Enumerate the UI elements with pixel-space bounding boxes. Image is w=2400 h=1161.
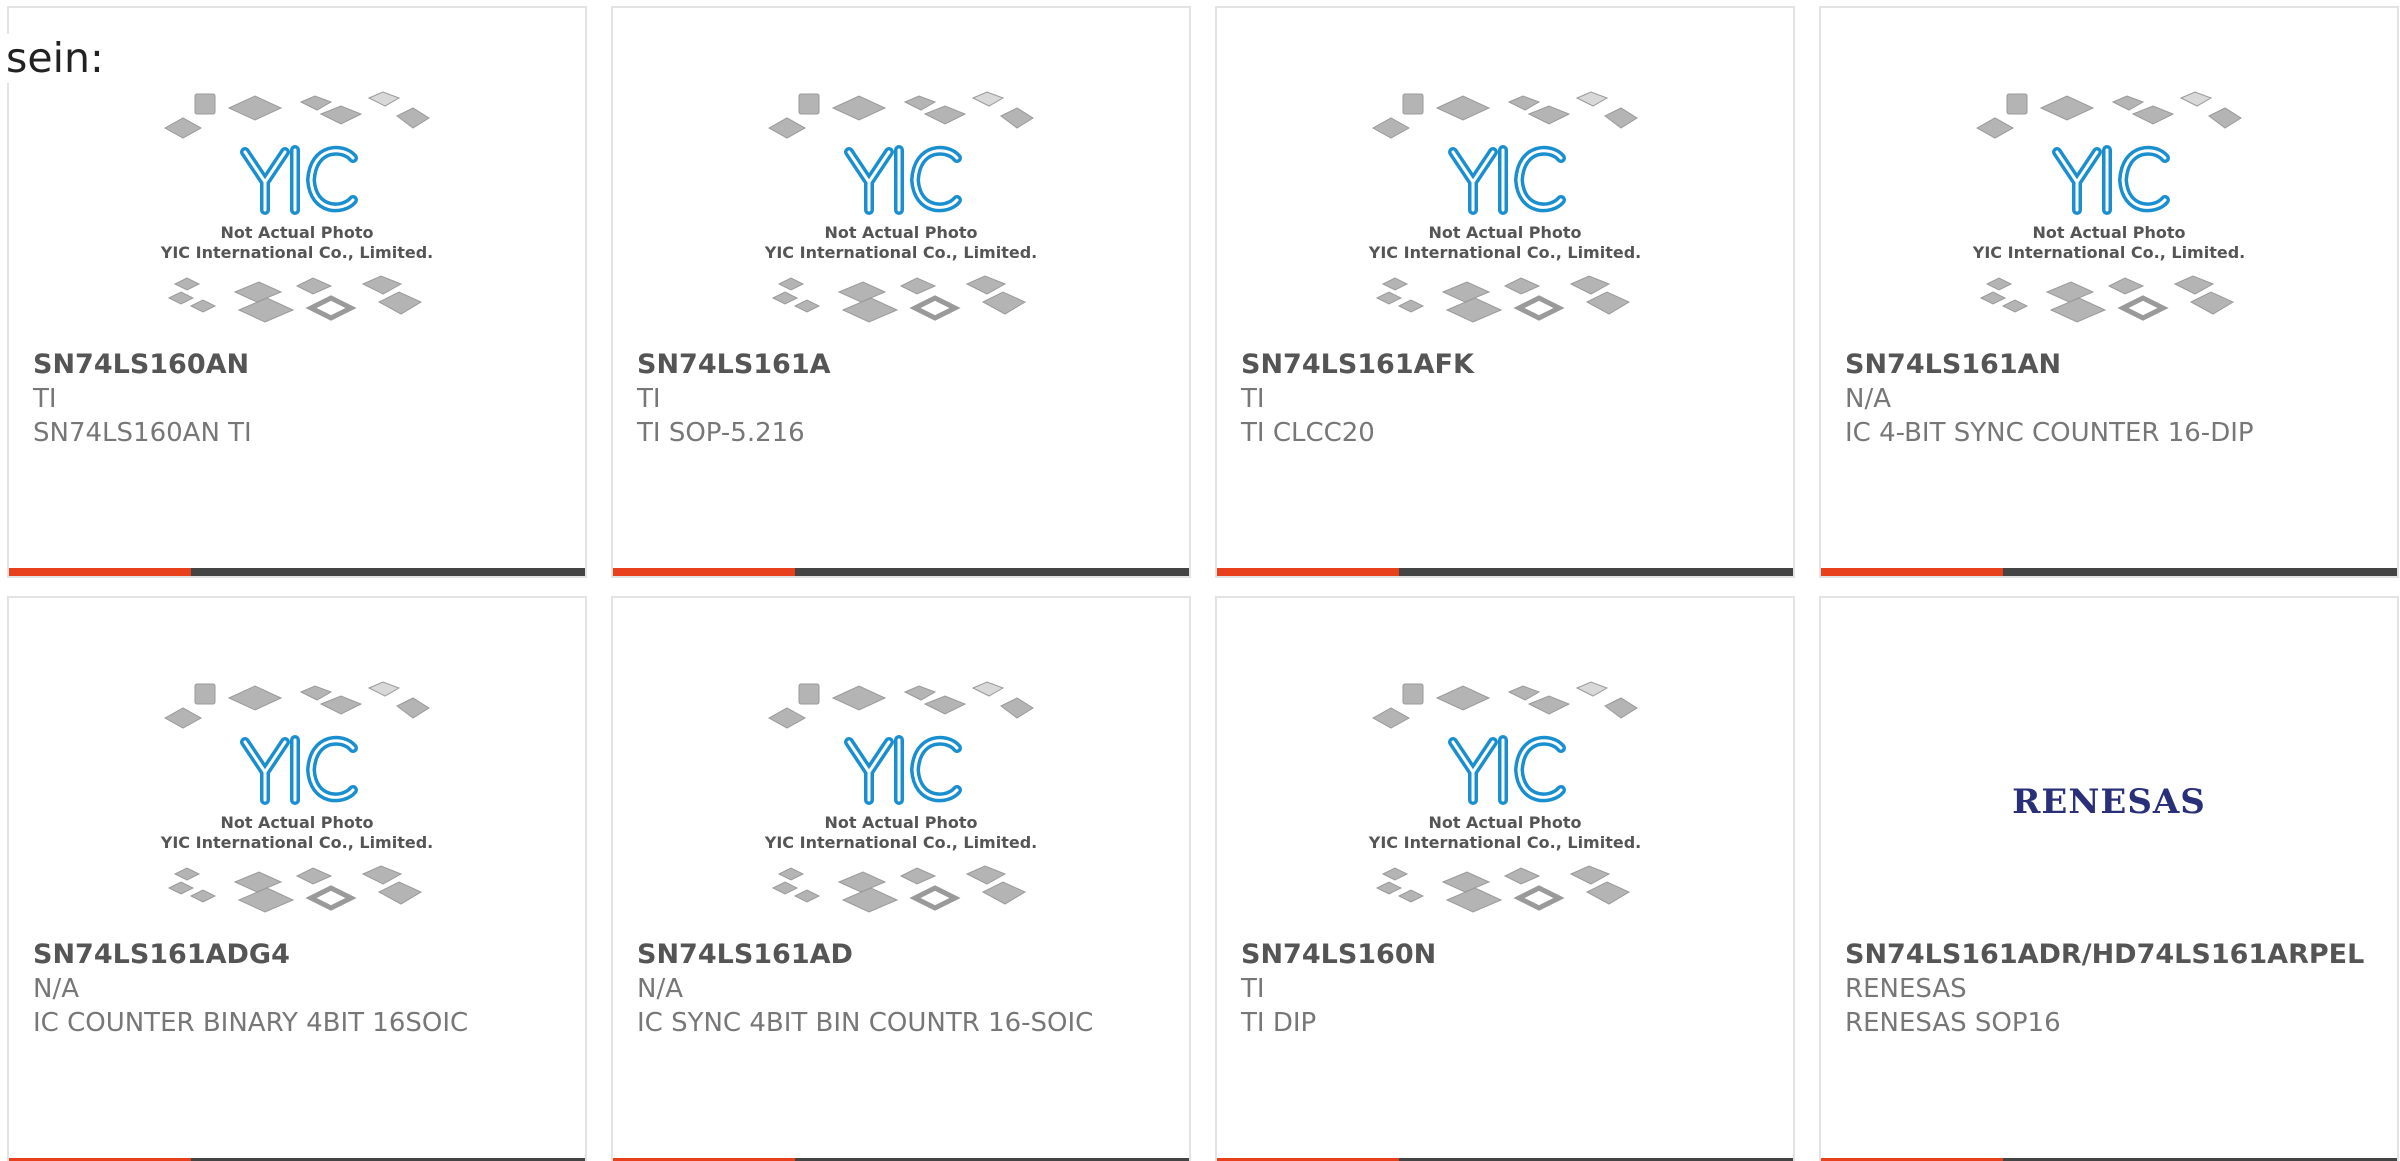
part-number[interactable]: SN74LS161AN <box>1845 348 2373 382</box>
placeholder-caption-2: YIC International Co., Limited. <box>160 243 433 262</box>
yic-placeholder-image: Not Actual Photo YIC International Co., … <box>160 681 433 913</box>
product-card[interactable]: Not Actual Photo YIC International Co., … <box>611 596 1191 1161</box>
yic-placeholder-image: Not Actual Photo YIC International Co., … <box>764 681 1037 913</box>
product-info: SN74LS161ADG4 N/A IC COUNTER BINARY 4BIT 1… <box>33 938 561 1040</box>
card-accent-bar <box>9 568 585 576</box>
placeholder-caption-1: Not Actual Photo <box>220 223 373 242</box>
part-number[interactable]: SN74LS160N <box>1241 938 1769 972</box>
placeholder-caption-2: YIC International Co., Limited. <box>160 833 433 852</box>
product-image[interactable]: Not Actual Photo YIC International Co., … <box>1217 678 1793 928</box>
description: TI DIP <box>1241 1008 1317 1038</box>
manufacturer: TI <box>1241 974 1265 1004</box>
yic-placeholder-image: Not Actual Photo YIC International Co., … <box>1972 91 2245 323</box>
manufacturer: RENESAS <box>1845 974 1967 1004</box>
description: IC COUNTER BINARY 4BIT 16SOIC <box>33 1008 469 1038</box>
description: IC SYNC 4BIT BIN COUNTR 16-SOIC <box>637 1008 1094 1038</box>
description: TI SOP-5.216 <box>637 418 805 448</box>
product-image[interactable]: Not Actual Photo YIC International Co., … <box>613 678 1189 928</box>
product-info: SN74LS160N TI TI DIP <box>1241 938 1769 1040</box>
renesas-logo: RENESAS <box>2012 782 2206 822</box>
placeholder-caption-1: Not Actual Photo <box>2032 223 2185 242</box>
product-image[interactable]: RENESAS <box>1821 678 2397 928</box>
description: RENESAS SOP16 <box>1845 1008 2061 1038</box>
manufacturer: TI <box>637 384 661 414</box>
card-accent-segment <box>1821 568 2003 576</box>
placeholder-caption-2: YIC International Co., Limited. <box>764 833 1037 852</box>
page: sein: Not Actual Photo YIC International… <box>0 0 2400 1161</box>
card-accent-segment <box>613 568 795 576</box>
product-image[interactable]: Not Actual Photo YIC International Co., … <box>9 88 585 338</box>
product-grid: Not Actual Photo YIC International Co., … <box>7 6 2399 1161</box>
manufacturer: N/A <box>637 974 683 1004</box>
manufacturer: TI <box>1241 384 1265 414</box>
part-number[interactable]: SN74LS160AN <box>33 348 561 382</box>
product-card[interactable]: RENESAS SN74LS161ADR/HD74LS161ARPEL RENES… <box>1819 596 2399 1161</box>
product-image[interactable]: Not Actual Photo YIC International Co., … <box>1821 88 2397 338</box>
manufacturer: N/A <box>33 974 79 1004</box>
part-number[interactable]: SN74LS161AD <box>637 938 1165 972</box>
yic-placeholder-image: Not Actual Photo YIC International Co., … <box>160 91 433 323</box>
product-card[interactable]: Not Actual Photo YIC International Co., … <box>1215 596 1795 1161</box>
yic-placeholder-image: Not Actual Photo YIC International Co., … <box>1368 681 1641 913</box>
placeholder-caption-2: YIC International Co., Limited. <box>1972 243 2245 262</box>
yic-placeholder-image: Not Actual Photo YIC International Co., … <box>1368 91 1641 323</box>
placeholder-caption-1: Not Actual Photo <box>1428 223 1581 242</box>
product-card[interactable]: Not Actual Photo YIC International Co., … <box>1819 6 2399 578</box>
product-info: SN74LS161AD N/A IC SYNC 4BIT BIN COUNTR 16… <box>637 938 1165 1040</box>
product-card[interactable]: Not Actual Photo YIC International Co., … <box>611 6 1191 578</box>
description: IC 4-BIT SYNC COUNTER 16-DIP <box>1845 418 2254 448</box>
manufacturer: TI <box>33 384 57 414</box>
card-accent-bar <box>613 568 1189 576</box>
part-number[interactable]: SN74LS161ADG4 <box>33 938 561 972</box>
product-card[interactable]: Not Actual Photo YIC International Co., … <box>1215 6 1795 578</box>
description: SN74LS160AN TI <box>33 418 252 448</box>
product-image[interactable]: Not Actual Photo YIC International Co., … <box>1217 88 1793 338</box>
placeholder-caption-1: Not Actual Photo <box>824 813 977 832</box>
placeholder-caption-1: Not Actual Photo <box>220 813 373 832</box>
placeholder-caption-1: Not Actual Photo <box>1428 813 1581 832</box>
intro-text: sein: <box>6 34 104 84</box>
yic-placeholder-image: Not Actual Photo YIC International Co., … <box>764 91 1037 323</box>
card-accent-segment <box>1217 568 1399 576</box>
product-card[interactable]: Not Actual Photo YIC International Co., … <box>7 596 587 1161</box>
placeholder-caption-2: YIC International Co., Limited. <box>1368 833 1641 852</box>
placeholder-caption-2: YIC International Co., Limited. <box>1368 243 1641 262</box>
product-image[interactable]: Not Actual Photo YIC International Co., … <box>613 88 1189 338</box>
product-image[interactable]: Not Actual Photo YIC International Co., … <box>9 678 585 928</box>
card-accent-bar <box>1217 568 1793 576</box>
card-accent-bar <box>1821 568 2397 576</box>
renesas-logo-text: RENESAS <box>2012 782 2206 822</box>
part-number[interactable]: SN74LS161AFK <box>1241 348 1769 382</box>
description: TI CLCC20 <box>1241 418 1375 448</box>
product-info: SN74LS161A TI TI SOP-5.216 <box>637 348 1165 450</box>
product-info: SN74LS161AFK TI TI CLCC20 <box>1241 348 1769 450</box>
placeholder-caption-2: YIC International Co., Limited. <box>764 243 1037 262</box>
product-card[interactable]: Not Actual Photo YIC International Co., … <box>7 6 587 578</box>
part-number[interactable]: SN74LS161ADR/HD74LS161ARPEL <box>1845 938 2373 972</box>
manufacturer: N/A <box>1845 384 1891 414</box>
product-info: SN74LS160AN TI SN74LS160AN TI <box>33 348 561 450</box>
product-info: SN74LS161ADR/HD74LS161ARPEL RENESAS RENESA… <box>1845 938 2373 1040</box>
placeholder-caption-1: Not Actual Photo <box>824 223 977 242</box>
part-number[interactable]: SN74LS161A <box>637 348 1165 382</box>
card-accent-segment <box>9 568 191 576</box>
product-info: SN74LS161AN N/A IC 4-BIT SYNC COUNTER 16-D… <box>1845 348 2373 450</box>
